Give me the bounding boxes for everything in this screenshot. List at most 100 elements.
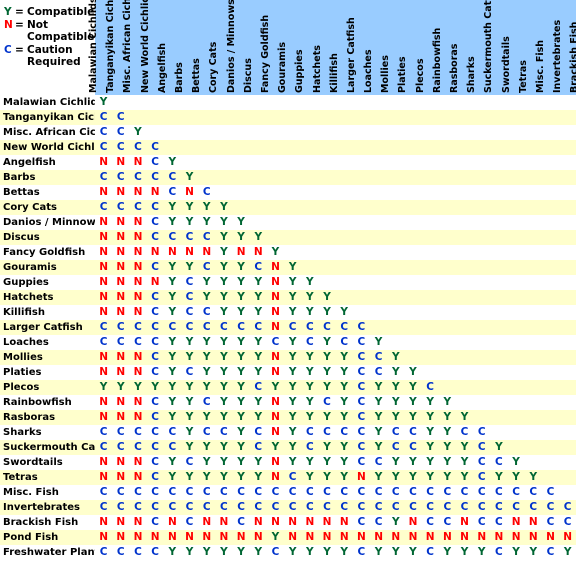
compatibility-cell: Y xyxy=(460,546,469,558)
column-header-label: Guppies xyxy=(294,49,306,93)
compatibility-cell: Y xyxy=(288,396,297,408)
empty-cell xyxy=(370,170,387,185)
column-header-label: Barbs xyxy=(174,62,186,93)
empty-cell xyxy=(473,170,490,185)
empty-cell xyxy=(439,350,456,365)
compatibility-cell: N xyxy=(271,426,280,438)
empty-cell xyxy=(439,305,456,320)
compatibility-cell: C xyxy=(529,501,538,513)
compatibility-cell: Y xyxy=(374,441,383,453)
compatibility-cell: Y xyxy=(426,441,434,453)
empty-cell xyxy=(508,95,525,110)
legend-key-n: N xyxy=(4,18,13,31)
empty-cell xyxy=(198,95,215,110)
compatibility-cell: C xyxy=(151,471,160,483)
compatibility-cell: Y xyxy=(168,291,177,303)
compatibility-cell: Y xyxy=(185,201,194,213)
compatibility-cell: C xyxy=(357,336,366,348)
empty-cell xyxy=(525,230,542,245)
compatibility-cell: C xyxy=(168,171,177,183)
empty-cell xyxy=(439,185,456,200)
row-header-label: Rainbowfish xyxy=(3,397,72,408)
empty-cell xyxy=(422,215,439,230)
empty-cell xyxy=(181,110,198,125)
empty-cell xyxy=(370,260,387,275)
compatibility-cell: Y xyxy=(237,426,245,438)
compatibility-cell: Y xyxy=(443,426,452,438)
compatibility-cell: N xyxy=(460,531,469,543)
row-header-label: Barbs xyxy=(3,172,36,183)
empty-cell xyxy=(439,245,456,260)
empty-cell xyxy=(473,320,490,335)
compatibility-cell: Y xyxy=(271,381,280,393)
row-cells: CCCCYYYYYYCYCYCCY xyxy=(95,335,576,350)
compatibility-cell: C xyxy=(134,141,142,153)
empty-cell xyxy=(250,155,267,170)
compatibility-cell: C xyxy=(288,486,297,498)
empty-cell xyxy=(404,140,421,155)
row-cells: NNNCYYYYYYNYYYYCCY xyxy=(95,350,576,365)
empty-cell xyxy=(336,95,353,110)
compatibility-cell: C xyxy=(185,321,194,333)
empty-cell xyxy=(336,245,353,260)
compatibility-cell: Y xyxy=(237,306,245,318)
compatibility-cell: Y xyxy=(409,396,417,408)
empty-cell xyxy=(525,140,542,155)
compatibility-cell: C xyxy=(237,321,245,333)
row-cells: CCCCCYCCYCNYCCCCYCCYYCC xyxy=(95,425,576,440)
compatibility-cell: N xyxy=(271,411,280,423)
column-header-label: Gouramis xyxy=(277,42,289,93)
compatibility-cell: C xyxy=(168,186,177,198)
compatibility-cell: Y xyxy=(202,216,211,228)
empty-cell xyxy=(525,125,542,140)
row-header-label: Misc. Fish xyxy=(3,487,59,498)
compatibility-cell: C xyxy=(254,426,263,438)
empty-cell xyxy=(456,125,473,140)
compatibility-cell: N xyxy=(271,366,280,378)
empty-cell xyxy=(284,215,301,230)
table-row: Misc. Fish C C C C C C C C C C C C C C C C C C C C C C C C C C C xyxy=(0,485,576,500)
compatibility-cell: C xyxy=(116,321,125,333)
empty-cell xyxy=(129,95,146,110)
empty-cell xyxy=(542,410,559,425)
empty-cell xyxy=(490,380,507,395)
compatibility-cell: C xyxy=(134,426,142,438)
compatibility-cell: N xyxy=(271,396,280,408)
empty-cell xyxy=(559,170,576,185)
compatibility-cell: Y xyxy=(220,411,228,423)
empty-cell xyxy=(404,185,421,200)
compatibility-cell: N xyxy=(99,291,108,303)
compatibility-cell: Y xyxy=(254,471,263,483)
empty-cell xyxy=(370,275,387,290)
compatibility-cell: Y xyxy=(443,456,452,468)
table-row: Platies N N N C Y C Y Y Y Y N Y Y Y Y C C Y Y xyxy=(0,365,576,380)
compatibility-cell: N xyxy=(528,516,538,528)
compatibility-cell: Y xyxy=(340,366,349,378)
compatibility-cell: C xyxy=(151,396,160,408)
empty-cell xyxy=(525,155,542,170)
empty-cell xyxy=(284,200,301,215)
compatibility-cell: Y xyxy=(185,426,194,438)
compatibility-cell: C xyxy=(185,276,194,288)
empty-cell xyxy=(301,110,318,125)
column-header-label: Malawian Cichlids xyxy=(88,0,100,93)
compatibility-cell: Y xyxy=(409,546,417,558)
compatibility-cell: C xyxy=(271,336,280,348)
compatibility-cell: C xyxy=(374,501,383,513)
compatibility-cell: N xyxy=(253,531,263,543)
compatibility-cell: N xyxy=(271,261,280,273)
legend-key-c: C xyxy=(4,43,12,56)
compatibility-cell: Y xyxy=(323,546,331,558)
table-row: New World CichlidsCCCC xyxy=(0,140,576,155)
table-row: Pond FishNNNNNNNNNNYNNNNNNNNNNNNNNNNNCNY xyxy=(0,530,576,545)
empty-cell xyxy=(422,230,439,245)
table-row: Hatchets N N N C Y C Y Y Y Y N Y Y Y xyxy=(0,290,576,305)
empty-cell xyxy=(267,185,284,200)
compatibility-cell: C xyxy=(254,501,263,513)
compatibility-cell: C xyxy=(168,231,177,243)
empty-cell xyxy=(387,125,404,140)
empty-cell xyxy=(301,200,318,215)
empty-cell xyxy=(559,245,576,260)
empty-cell xyxy=(233,185,250,200)
empty-cell xyxy=(422,95,439,110)
